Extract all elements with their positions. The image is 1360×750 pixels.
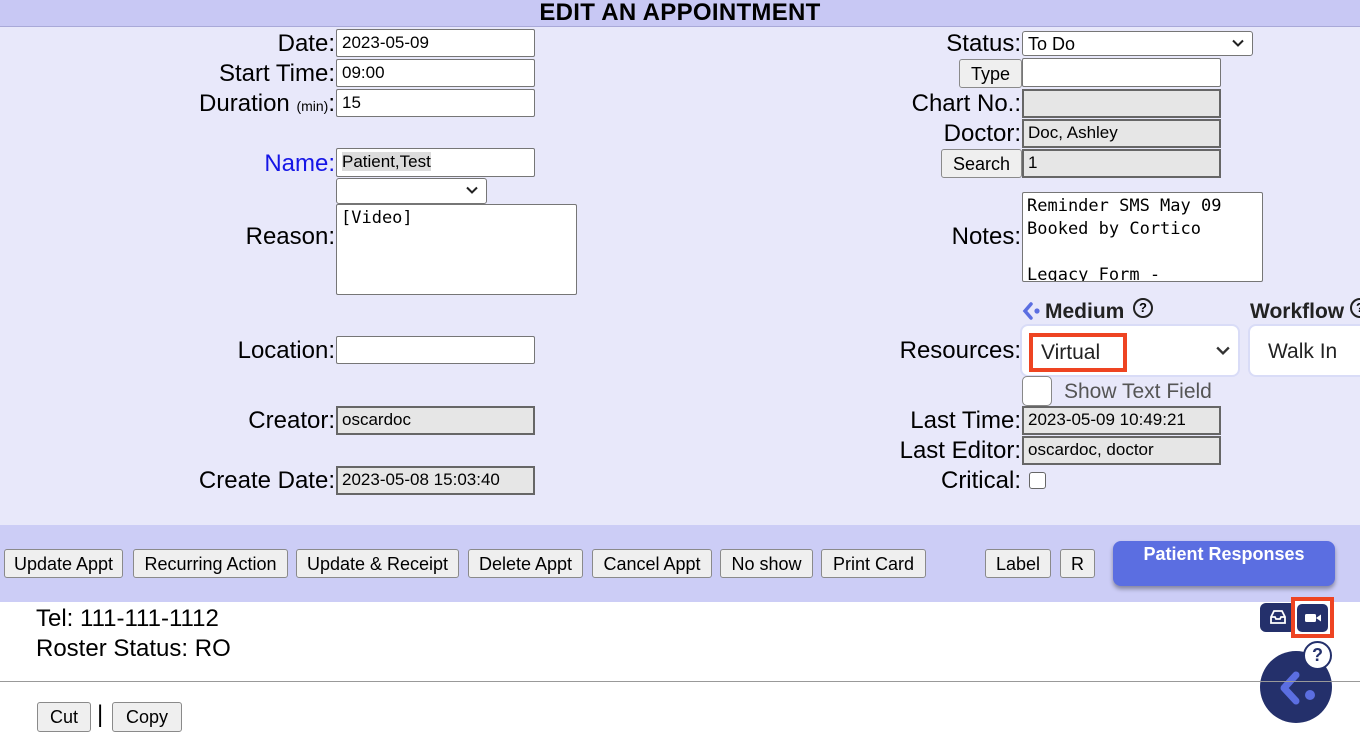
last-time-label: Last Time:	[910, 407, 1021, 434]
last-editor-field: oscardoc, doctor	[1022, 436, 1221, 465]
cut-button[interactable]: Cut	[37, 702, 91, 732]
creator-field: oscardoc	[336, 406, 535, 435]
chevron-down-icon	[466, 186, 478, 194]
medium-select[interactable]: Virtual	[1020, 324, 1240, 377]
update-appt-button[interactable]: Update Appt	[4, 549, 123, 578]
creator-label: Creator:	[248, 407, 335, 434]
medium-title: Medium	[1045, 300, 1125, 323]
duration-input[interactable]: 15	[336, 89, 535, 117]
notes-textarea[interactable]: Reminder SMS May 09 Booked by Cortico Le…	[1022, 192, 1263, 282]
workflow-select[interactable]: Walk In	[1248, 324, 1360, 377]
no-show-button[interactable]: No show	[720, 549, 813, 578]
page-title: EDIT AN APPOINTMENT	[539, 0, 821, 26]
doctor-field: Doc, Ashley	[1022, 119, 1221, 148]
last-time-field: 2023-05-09 10:49:21	[1022, 406, 1221, 435]
critical-label: Critical:	[940, 467, 1021, 494]
name-value: Patient,Test	[342, 152, 431, 171]
status-select[interactable]: To Do	[1022, 31, 1253, 56]
separator: |	[97, 701, 104, 728]
status-value: To Do	[1028, 34, 1076, 54]
create-date-label: Create Date:	[198, 467, 335, 494]
workflow-value: Walk In	[1268, 340, 1338, 363]
video-camera-icon	[1305, 614, 1321, 622]
cancel-appt-button[interactable]: Cancel Appt	[592, 549, 712, 578]
search-button[interactable]: Search	[941, 149, 1022, 178]
critical-checkbox[interactable]	[1029, 472, 1046, 489]
video-call-highlight[interactable]	[1291, 597, 1334, 638]
chevron-down-icon	[1232, 39, 1244, 47]
reason-label: Reason:	[245, 223, 335, 250]
last-editor-label: Last Editor:	[899, 437, 1021, 464]
resources-label: Resources:	[899, 337, 1021, 364]
patient-tel: Tel: 111-111-1112	[36, 605, 219, 632]
show-text-field-label: Show Text Field	[1064, 380, 1212, 403]
provider-no-field: 1	[1022, 149, 1221, 178]
patient-responses-button[interactable]: Patient Responses	[1113, 541, 1335, 586]
name-label[interactable]: Name:	[264, 150, 335, 178]
duration-label-text: Duration	[199, 90, 290, 117]
recurring-action-button[interactable]: Recurring Action	[133, 549, 288, 578]
duration-label: Duration (min):	[199, 90, 335, 120]
help-icon[interactable]: ?	[1303, 641, 1332, 670]
update-receipt-button[interactable]: Update & Receipt	[296, 549, 459, 578]
video-call-button[interactable]	[1297, 604, 1328, 632]
start-time-input[interactable]: 09:00	[336, 59, 535, 87]
location-input[interactable]	[336, 336, 535, 364]
label-button[interactable]: Label	[985, 549, 1051, 578]
inbox-icon	[1270, 610, 1286, 624]
reason-textarea[interactable]: [Video]	[336, 204, 577, 295]
chevron-down-icon	[1216, 346, 1230, 355]
doctor-label: Doctor:	[943, 120, 1021, 147]
status-label: Status:	[946, 30, 1021, 57]
copy-button[interactable]: Copy	[112, 702, 182, 732]
duration-colon: :	[328, 90, 335, 117]
notes-label: Notes:	[951, 223, 1021, 250]
duration-unit: (min)	[296, 98, 329, 114]
date-label: Date:	[277, 30, 335, 57]
create-date-field: 2023-05-08 15:03:40	[336, 466, 535, 495]
cortico-logo-icon	[1022, 302, 1040, 320]
type-input[interactable]	[1022, 58, 1221, 87]
chart-no-label: Chart No.:	[911, 90, 1021, 117]
roster-status: Roster Status: RO	[36, 635, 231, 662]
start-time-label: Start Time:	[218, 60, 335, 87]
chart-no-field	[1022, 89, 1221, 118]
workflow-title: Workflow	[1250, 300, 1345, 323]
delete-appt-button[interactable]: Delete Appt	[468, 549, 583, 578]
name-select[interactable]	[336, 178, 487, 204]
name-input[interactable]: Patient,Test	[336, 148, 535, 177]
medium-value: Virtual	[1029, 333, 1127, 372]
cortico-logo-icon	[1280, 671, 1315, 705]
location-label: Location:	[237, 337, 335, 364]
show-text-field-checkbox[interactable]	[1022, 376, 1052, 406]
r-button[interactable]: R	[1060, 549, 1095, 578]
print-card-button[interactable]: Print Card	[821, 549, 926, 578]
date-input[interactable]: 2023-05-09	[336, 29, 535, 57]
help-icon[interactable]: ?	[1133, 298, 1153, 318]
type-button[interactable]: Type	[959, 59, 1022, 88]
divider	[0, 681, 1360, 682]
patient-responses-label: Patient Responses	[1143, 544, 1305, 564]
